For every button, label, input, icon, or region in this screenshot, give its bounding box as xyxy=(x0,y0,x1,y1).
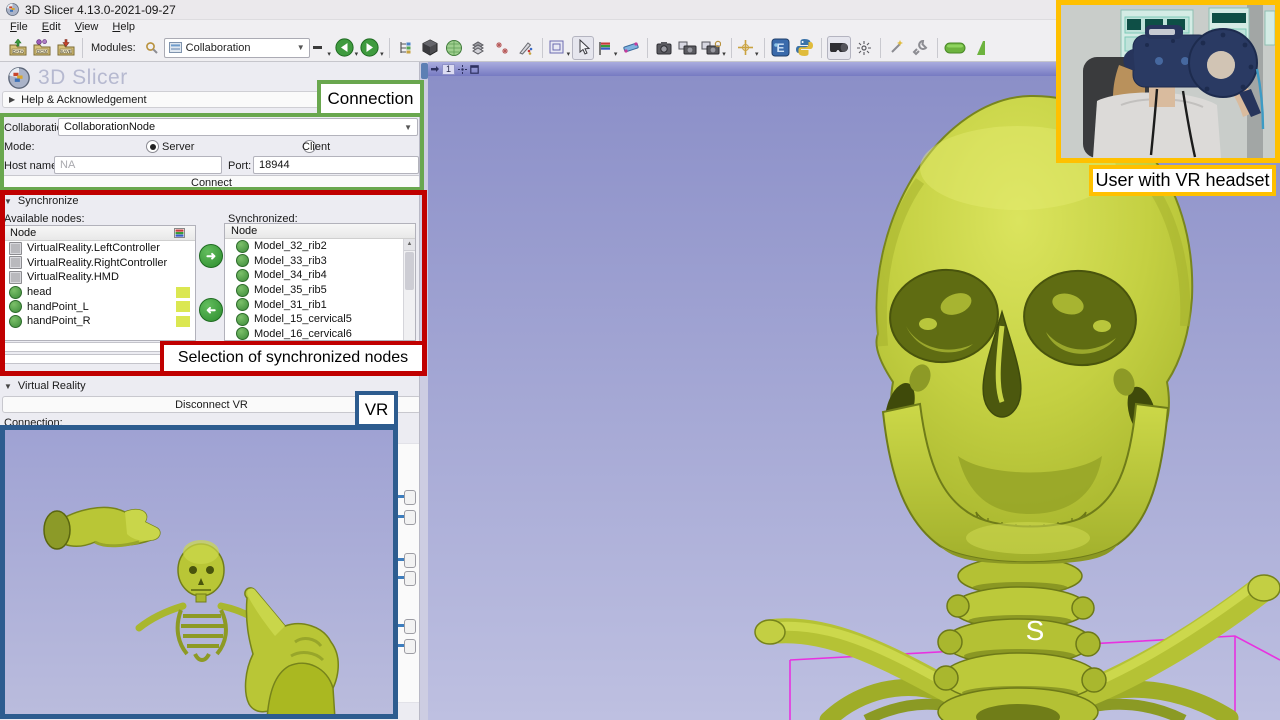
selection-annotation-label: Selection of synchronized nodes xyxy=(160,341,426,375)
toolbar-separator xyxy=(542,38,543,58)
partial-toolbar-icon[interactable] xyxy=(969,36,991,60)
markups-fiducial-icon[interactable] xyxy=(491,36,513,60)
toolbar-separator xyxy=(764,38,765,58)
svg-text:SAVE: SAVE xyxy=(60,49,71,54)
expanded-triangle-icon: ▼ xyxy=(4,382,12,391)
extensions-manager-icon[interactable]: E xyxy=(770,36,792,60)
slider-handle[interactable] xyxy=(404,639,416,654)
crosshair-icon[interactable]: ▾ xyxy=(737,36,759,60)
load-data-icon[interactable]: DATA xyxy=(7,36,29,60)
slicer-logo: 3D Slicer xyxy=(8,66,128,90)
slider-handle[interactable] xyxy=(404,619,416,634)
virtual-reality-header[interactable]: ▼ Virtual Reality xyxy=(4,380,86,392)
toolbar-separator xyxy=(82,38,83,58)
ruler-icon[interactable] xyxy=(620,36,642,60)
back-icon[interactable]: ▾ xyxy=(335,36,359,60)
vr-headset-button[interactable] xyxy=(827,36,851,60)
menu-item[interactable]: Edit xyxy=(36,21,67,33)
scene-view-save-icon[interactable] xyxy=(677,36,699,60)
colors-icon[interactable]: ▾ xyxy=(596,36,618,60)
vr-left-hand xyxy=(44,507,160,549)
selection-annotation-text: Selection of synchronized nodes xyxy=(178,349,408,367)
save-data-icon[interactable]: SAVE xyxy=(55,36,77,60)
webcam-annotation-text: User with VR headset xyxy=(1095,170,1269,191)
help-section-label: Help & Acknowledgement xyxy=(21,94,146,106)
load-dicom-icon[interactable]: DCM xyxy=(31,36,53,60)
chevron-down-icon: ▼ xyxy=(297,43,305,52)
application-window: 3D Slicer 4.13.0-2021-09-27 FileEditView… xyxy=(0,0,1280,720)
toolbar-separator xyxy=(821,38,822,58)
disconnect-vr-label: Disconnect VR xyxy=(175,399,248,411)
orientation-label-s: S xyxy=(1026,615,1045,646)
vr-annotation-text: VR xyxy=(365,400,389,420)
models-sphere-icon[interactable] xyxy=(443,36,465,60)
connection-annotation-text: Connection xyxy=(327,89,413,109)
svg-text:DCM: DCM xyxy=(37,49,47,54)
module-selector-combobox[interactable]: Collaboration ▼ xyxy=(164,38,310,58)
view-options-icon[interactable] xyxy=(458,65,467,74)
toolbar-separator xyxy=(937,38,938,58)
slider-handle[interactable] xyxy=(404,510,416,525)
vr-settings-icon[interactable] xyxy=(853,36,875,60)
view-number-badge: 1 xyxy=(442,64,455,75)
mrb-cube-icon[interactable] xyxy=(419,36,441,60)
toolbar-separator xyxy=(647,38,648,58)
forward-icon[interactable]: ▾ xyxy=(360,36,384,60)
toolbar-separator xyxy=(880,38,881,58)
annotation-pen-icon[interactable] xyxy=(515,36,537,60)
scene-capture-icon[interactable] xyxy=(653,36,675,60)
module-icon xyxy=(169,42,182,53)
connection-annotation-label: Connection xyxy=(317,80,424,117)
scene-view-restore-icon[interactable]: ▾ xyxy=(701,36,726,60)
vr-preview xyxy=(0,425,398,719)
webcam-photo xyxy=(1061,5,1275,158)
webcam-view xyxy=(1056,0,1280,163)
vr-right-hand xyxy=(245,588,338,714)
slider-handle[interactable] xyxy=(404,490,416,505)
capsule-icon[interactable] xyxy=(943,36,967,60)
connection-annotation-rect xyxy=(0,113,424,191)
vr-annotation-label: VR xyxy=(355,391,398,428)
slider-handle[interactable] xyxy=(404,571,416,586)
pin-icon[interactable] xyxy=(431,65,439,73)
module-selector-value: Collaboration xyxy=(186,42,251,54)
screenshot-frame-icon[interactable]: ▾ xyxy=(548,36,571,60)
app-logo-icon xyxy=(6,3,19,16)
maximize-view-icon[interactable] xyxy=(470,65,479,74)
window-title: 3D Slicer 4.13.0-2021-09-27 xyxy=(25,3,176,17)
svg-text:E: E xyxy=(777,41,785,55)
menu-item[interactable]: File xyxy=(4,21,34,33)
virtual-reality-header-label: Virtual Reality xyxy=(18,380,86,392)
python-console-icon[interactable] xyxy=(794,36,816,60)
webcam-annotation-label: User with VR headset xyxy=(1089,165,1276,196)
menu-item[interactable]: Help xyxy=(106,21,141,33)
module-hierarchy-icon[interactable] xyxy=(395,36,417,60)
svg-text:DATA: DATA xyxy=(12,49,23,54)
module-search-icon[interactable] xyxy=(141,36,163,60)
toolbar-separator xyxy=(731,38,732,58)
layers-icon[interactable] xyxy=(467,36,489,60)
panel-scroll-thumb[interactable] xyxy=(421,63,428,79)
toolbar-separator xyxy=(389,38,390,58)
magic-wand-icon[interactable] xyxy=(886,36,908,60)
panel-logo-text: 3D Slicer xyxy=(38,66,128,90)
mouse-pointer-button[interactable] xyxy=(572,36,594,60)
menu-item[interactable]: View xyxy=(69,21,105,33)
modules-label: Modules: xyxy=(91,42,136,54)
wrench-icon[interactable] xyxy=(910,36,932,60)
vr-preview-scene xyxy=(5,430,393,714)
slicer-logo-icon xyxy=(8,67,30,89)
collapsed-triangle-icon: ▶ xyxy=(9,95,15,104)
module-history-icon[interactable]: ▾ xyxy=(311,36,333,60)
slider-handle[interactable] xyxy=(404,553,416,568)
